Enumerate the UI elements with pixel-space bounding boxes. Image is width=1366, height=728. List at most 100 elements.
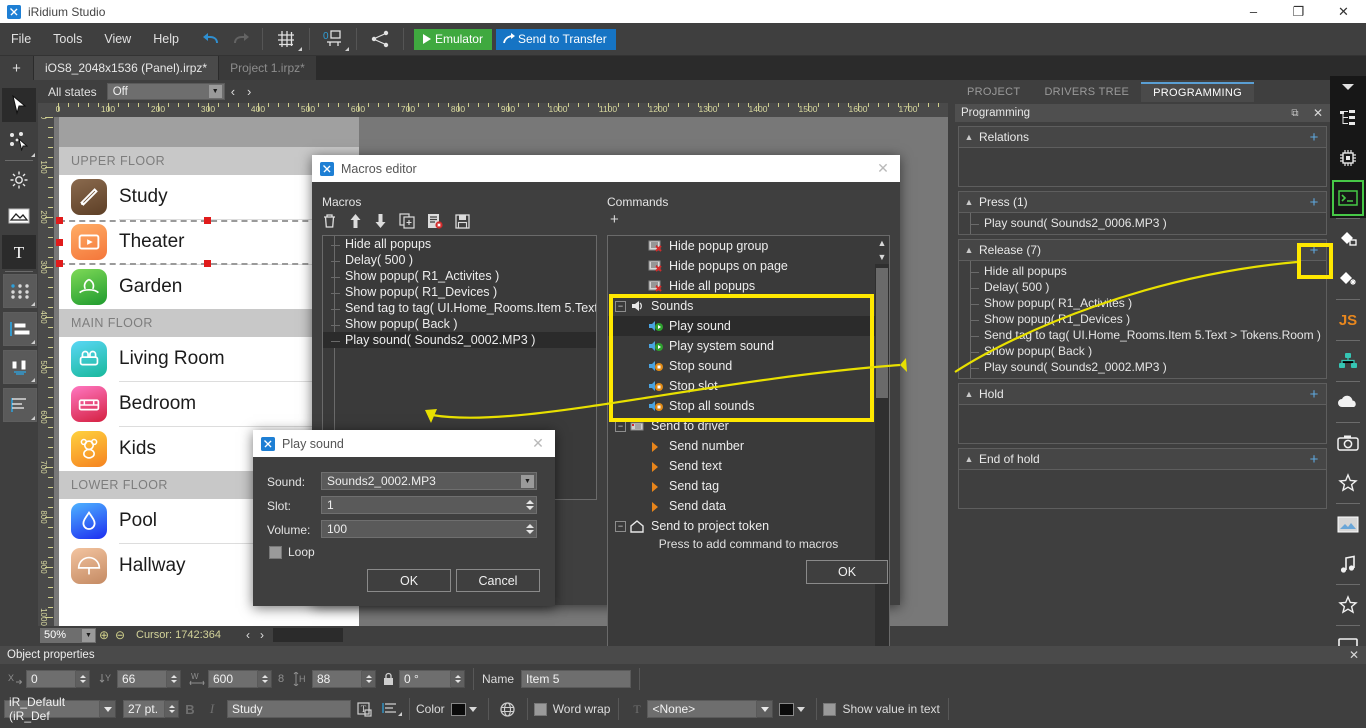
link-ratio-label[interactable]: 8 — [272, 673, 290, 685]
h-stepper[interactable] — [362, 670, 376, 688]
programming-command[interactable]: Play sound( Sounds2_0002.MP3 ) — [959, 359, 1326, 375]
programming-group-add-button[interactable]: + — [1302, 242, 1326, 259]
duplicate-icon[interactable] — [399, 213, 415, 229]
rail-js[interactable]: JS — [1330, 300, 1366, 340]
rail-cloud[interactable] — [1330, 382, 1366, 422]
h-input[interactable]: 88 — [312, 670, 362, 688]
tab-drivers-tree[interactable]: DRIVERS TREE — [1032, 82, 1141, 102]
commands-tree[interactable]: Hide popup groupHide popups on pageHide … — [607, 235, 890, 690]
tag-color-swatch[interactable] — [779, 703, 794, 716]
node-tree-button[interactable] — [363, 26, 397, 52]
send-to-transfer-button[interactable]: Send to Transfer — [496, 29, 616, 50]
menu-tools[interactable]: Tools — [42, 28, 93, 50]
save-icon[interactable] — [455, 214, 470, 229]
tool-align-left[interactable] — [3, 312, 37, 346]
tab-project[interactable]: PROJECT — [955, 82, 1032, 102]
macro-list-item[interactable]: Show popup( Back ) — [323, 316, 596, 332]
object-properties-close-icon[interactable]: ✕ — [1342, 648, 1366, 662]
show-value-checkbox[interactable] — [823, 703, 836, 716]
command-tree-item[interactable]: Stop all sounds — [608, 396, 889, 416]
rail-hierarchy[interactable] — [1330, 341, 1366, 381]
grid-button[interactable] — [269, 26, 303, 52]
text-box-icon[interactable]: T — [351, 701, 377, 717]
rotation-input[interactable]: 0 ° — [399, 670, 451, 688]
italic-button[interactable]: I — [201, 701, 223, 717]
loop-checkbox-row[interactable]: Loop — [269, 545, 315, 559]
command-tree-item[interactable]: Play sound — [608, 316, 889, 336]
selection-handle-bottom[interactable] — [204, 260, 211, 267]
command-tree-item[interactable]: Hide popup group — [608, 236, 889, 256]
zoom-out-button[interactable]: ⊖ — [112, 627, 128, 643]
play-sound-dialog[interactable]: Play sound ✕ Sound: Sounds2_0002.MP3 ▼ S… — [253, 430, 555, 606]
font-size-stepper[interactable] — [165, 700, 179, 718]
state-prev-button[interactable]: ‹ — [225, 84, 241, 99]
trash-icon[interactable] — [322, 213, 337, 229]
macro-list-item[interactable]: Play sound( Sounds2_0002.MP3 ) — [323, 332, 596, 348]
macro-list-item[interactable]: Show popup( R1_Activites ) — [323, 268, 596, 284]
macro-list-item[interactable]: Show popup( R1_Devices ) — [323, 284, 596, 300]
volume-input[interactable]: 100 — [321, 520, 537, 538]
rail-star[interactable] — [1330, 463, 1366, 503]
rail-tree-structure[interactable] — [1330, 98, 1366, 138]
tool-distribute[interactable] — [3, 350, 37, 384]
rail-image[interactable] — [1330, 504, 1366, 544]
maximize-button[interactable]: ❐ — [1276, 0, 1321, 23]
panel-close-icon[interactable]: ✕ — [1306, 106, 1330, 120]
play-sound-cancel-button[interactable]: Cancel — [456, 569, 540, 592]
command-tree-item[interactable]: Stop slot — [608, 376, 889, 396]
rail-star-2[interactable] — [1330, 585, 1366, 625]
programming-group-header[interactable]: ▲Release (7)+ — [959, 240, 1326, 261]
programming-group-header[interactable]: ▲Hold+ — [959, 384, 1326, 405]
programming-command[interactable]: Show popup( Back ) — [959, 343, 1326, 359]
play-sound-ok-button[interactable]: OK — [367, 569, 451, 592]
minimize-button[interactable]: – — [1231, 0, 1276, 23]
macros-editor-close-icon[interactable]: ✕ — [866, 160, 900, 177]
chevron-up-icon[interactable]: ▲ — [959, 454, 979, 464]
chevron-up-icon[interactable]: ▲ — [959, 245, 979, 255]
rail-chip[interactable] — [1330, 138, 1366, 178]
loop-checkbox[interactable] — [269, 546, 282, 559]
font-dropdown-chevron-down-icon[interactable] — [100, 700, 116, 718]
scroll-thumb[interactable] — [876, 268, 888, 398]
programming-group-header[interactable]: ▲Press (1)+ — [959, 192, 1326, 213]
rail-music[interactable] — [1330, 544, 1366, 584]
chevron-up-icon[interactable]: ▲ — [959, 132, 979, 142]
chevron-up-icon[interactable]: ▲ — [959, 389, 979, 399]
volume-stepper[interactable] — [526, 524, 534, 534]
slot-input[interactable]: 1 — [321, 496, 537, 514]
programming-command[interactable]: Hide all popups — [959, 263, 1326, 279]
w-input[interactable]: 600 — [208, 670, 258, 688]
text-color-chevron-down-icon[interactable] — [469, 707, 477, 712]
sound-select[interactable]: Sounds2_0002.MP3 ▼ — [321, 472, 537, 490]
globe-icon[interactable] — [495, 701, 521, 718]
undo-button[interactable] — [196, 26, 226, 52]
command-tree-item[interactable]: Send tag — [608, 476, 889, 496]
scroll-down-button[interactable]: ▼ — [875, 250, 889, 264]
new-tab-button[interactable]: + — [0, 56, 34, 80]
float-panel-icon[interactable]: ⧉ — [1284, 108, 1306, 119]
zoom-select[interactable]: 50% ▼ — [40, 628, 96, 643]
text-content-input[interactable]: Study — [227, 700, 351, 718]
text-color-swatch[interactable] — [451, 703, 466, 716]
command-tree-item[interactable]: Hide all popups — [608, 276, 889, 296]
rotation-stepper[interactable] — [451, 670, 465, 688]
programming-command[interactable]: Play sound( Sounds2_0006.MP3 ) — [959, 215, 1326, 231]
command-tree-item[interactable]: Send data — [608, 496, 889, 516]
lock-icon[interactable] — [379, 672, 397, 686]
state-select[interactable]: Off ▼ — [107, 83, 225, 100]
chevron-up-icon[interactable]: ▲ — [959, 197, 979, 207]
command-tree-item[interactable]: Stop sound — [608, 356, 889, 376]
bold-button[interactable]: B — [179, 702, 201, 717]
font-size-input[interactable]: 27 pt. — [123, 700, 165, 718]
page-prev-button[interactable]: ‹ — [241, 628, 255, 642]
command-tree-item[interactable]: Hide popups on page — [608, 256, 889, 276]
menu-view[interactable]: View — [93, 28, 142, 50]
x-input[interactable]: 0 — [26, 670, 76, 688]
tree-expander-icon[interactable]: − — [615, 421, 626, 432]
emulator-button[interactable]: Emulator — [414, 29, 492, 50]
tab-programming[interactable]: PROGRAMMING — [1141, 82, 1254, 102]
selection-handle-bl[interactable] — [56, 260, 63, 267]
commands-add-button[interactable]: + — [610, 211, 619, 228]
command-tree-item[interactable]: −Send to project token — [608, 516, 889, 536]
tool-settings[interactable] — [2, 163, 36, 197]
